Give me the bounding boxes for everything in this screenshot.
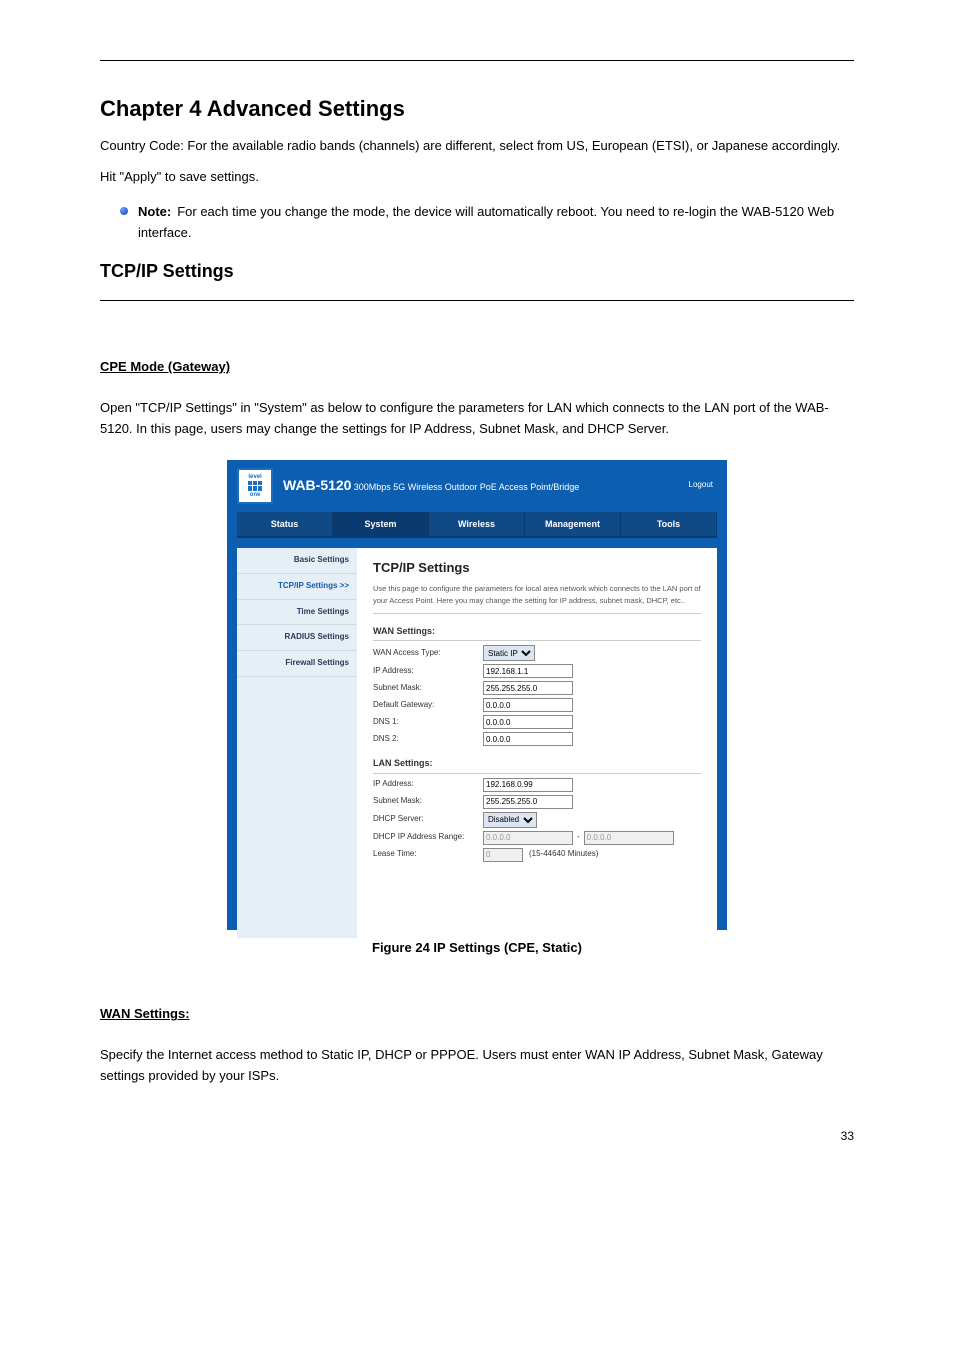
page-number: 33: [100, 1127, 854, 1146]
subheading-cpe-mode: CPE Mode (Gateway): [100, 357, 230, 378]
side-menu: Basic Settings TCP/IP Settings >> Time S…: [237, 548, 357, 938]
label-lan-ip: IP Address:: [373, 778, 483, 791]
section-heading-tcpip: TCP/IP Settings: [100, 257, 854, 286]
row-wan-mask: Subnet Mask:: [373, 681, 701, 695]
select-wan-type[interactable]: Static IP: [483, 645, 535, 661]
input-lan-ip[interactable]: [483, 778, 573, 792]
label-wan-type: WAN Access Type:: [373, 647, 483, 660]
model-name: WAB-5120: [283, 477, 351, 493]
note-text: Note:For each time you change the mode, …: [138, 202, 854, 244]
wan-section-title: WAN Settings:: [373, 624, 701, 641]
sidebar-item-time[interactable]: Time Settings: [237, 600, 357, 626]
tab-wireless[interactable]: Wireless: [429, 512, 525, 536]
input-wan-gw[interactable]: [483, 698, 573, 712]
row-lan-ip: IP Address:: [373, 778, 701, 792]
label-dhcp-range: DHCP IP Address Range:: [373, 831, 483, 844]
section-rule: [100, 300, 854, 301]
row-wan-type: WAN Access Type: Static IP: [373, 645, 701, 661]
range-dash: -: [577, 831, 580, 844]
main-panel: TCP/IP Settings Use this page to configu…: [357, 548, 717, 938]
label-wan-mask: Subnet Mask:: [373, 682, 483, 695]
paragraph-cpe-desc: Open "TCP/IP Settings" in "System" as be…: [100, 398, 854, 440]
sidebar-item-radius[interactable]: RADIUS Settings: [237, 625, 357, 651]
label-wan-ip: IP Address:: [373, 665, 483, 678]
router-screenshot: level one WAB-5120 300Mbps 5G Wireless O…: [227, 460, 727, 930]
note-block: Note:For each time you change the mode, …: [120, 202, 854, 244]
main-tabs: Status System Wireless Management Tools: [237, 512, 717, 538]
input-lease: [483, 848, 523, 862]
model-desc: 300Mbps 5G Wireless Outdoor PoE Access P…: [354, 482, 580, 492]
tab-system[interactable]: System: [333, 512, 429, 536]
logo: level one: [237, 468, 273, 504]
router-header: level one WAB-5120 300Mbps 5G Wireless O…: [227, 460, 727, 508]
tab-tools[interactable]: Tools: [621, 512, 717, 536]
sidebar-item-tcpip[interactable]: TCP/IP Settings >>: [237, 574, 357, 600]
input-range-to: [584, 831, 674, 845]
label-lan-mask: Subnet Mask:: [373, 795, 483, 808]
input-dns2[interactable]: [483, 732, 573, 746]
row-dhcp: DHCP Server: Disabled: [373, 812, 701, 828]
label-lease: Lease Time:: [373, 848, 483, 861]
sidebar-item-basic[interactable]: Basic Settings: [237, 548, 357, 574]
input-range-from: [483, 831, 573, 845]
label-dns1: DNS 1:: [373, 716, 483, 729]
product-title: WAB-5120 300Mbps 5G Wireless Outdoor PoE…: [283, 474, 689, 496]
label-dns2: DNS 2:: [373, 733, 483, 746]
row-wan-ip: IP Address:: [373, 664, 701, 678]
label-dhcp: DHCP Server:: [373, 813, 483, 826]
input-lan-mask[interactable]: [483, 795, 573, 809]
paragraph-country-code: Country Code: For the available radio ba…: [100, 136, 854, 157]
text: to save settings.: [161, 169, 259, 184]
bullet-icon: [120, 207, 128, 215]
figure-router-ui: level one WAB-5120 300Mbps 5G Wireless O…: [227, 460, 727, 959]
panel-title: TCP/IP Settings: [373, 558, 701, 579]
row-lan-mask: Subnet Mask:: [373, 795, 701, 809]
panel-desc: Use this page to configure the parameter…: [373, 583, 701, 614]
row-dhcp-range: DHCP IP Address Range: -: [373, 831, 701, 845]
lease-unit: (15-44640 Minutes): [529, 848, 598, 861]
logo-text-bottom: one: [250, 492, 261, 498]
input-dns1[interactable]: [483, 715, 573, 729]
row-dns1: DNS 1:: [373, 715, 701, 729]
apply-quote: "Apply": [120, 169, 162, 184]
tab-management[interactable]: Management: [525, 512, 621, 536]
note-label: Note:: [138, 204, 171, 219]
logout-link[interactable]: Logout: [689, 479, 713, 492]
sidebar-item-firewall[interactable]: Firewall Settings: [237, 651, 357, 677]
row-lease: Lease Time: (15-44640 Minutes): [373, 848, 701, 862]
select-dhcp[interactable]: Disabled: [483, 812, 537, 828]
logo-text-top: level: [248, 474, 261, 480]
row-wan-gw: Default Gateway:: [373, 698, 701, 712]
chapter-title: Chapter 4 Advanced Settings: [100, 91, 854, 126]
tab-status[interactable]: Status: [237, 512, 333, 536]
figure-caption: Figure 24 IP Settings (CPE, Static): [227, 938, 727, 959]
note-body: For each time you change the mode, the d…: [138, 204, 834, 240]
router-body: Basic Settings TCP/IP Settings >> Time S…: [237, 548, 717, 938]
header-rule: [100, 60, 854, 61]
label-wan-gw: Default Gateway:: [373, 699, 483, 712]
row-dns2: DNS 2:: [373, 732, 701, 746]
lan-section-title: LAN Settings:: [373, 756, 701, 773]
text: Hit: [100, 169, 120, 184]
paragraph-apply: Hit "Apply" to save settings.: [100, 167, 854, 188]
subheading-wan-settings: WAN Settings:: [100, 1004, 190, 1025]
input-wan-ip[interactable]: [483, 664, 573, 678]
input-wan-mask[interactable]: [483, 681, 573, 695]
paragraph-wan-desc: Specify the Internet access method to St…: [100, 1045, 854, 1087]
